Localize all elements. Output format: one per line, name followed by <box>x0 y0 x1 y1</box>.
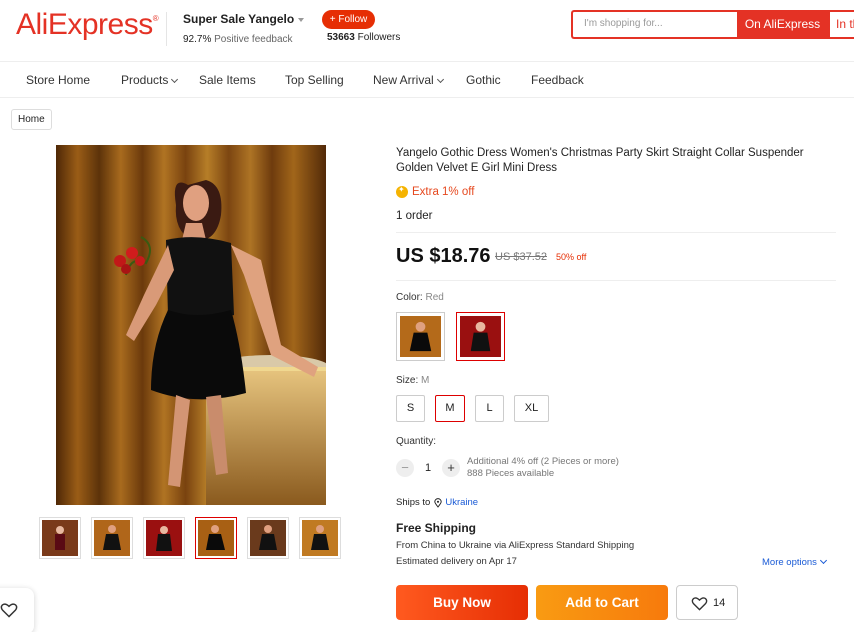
size-option-s[interactable]: S <box>396 395 425 422</box>
buy-now-button[interactable]: Buy Now <box>396 585 528 620</box>
quantity-label: Quantity: <box>396 436 437 447</box>
size-option-l[interactable]: L <box>475 395 504 422</box>
store-name[interactable]: Super Sale Yangelo <box>183 12 305 26</box>
nav-sale-items[interactable]: Sale Items <box>199 73 256 87</box>
nav-feedback[interactable]: Feedback <box>531 73 584 87</box>
more-shipping-options[interactable]: More options <box>762 556 827 568</box>
free-shipping: Free Shipping <box>396 521 477 535</box>
add-to-cart-button[interactable]: Add to Cart <box>536 585 668 620</box>
coin-icon <box>396 185 408 198</box>
chevron-down-icon <box>436 75 444 84</box>
heart-icon <box>0 603 18 618</box>
search-on-aliexpress-button[interactable]: On AliExpress <box>737 10 828 39</box>
feedback-percentage: 92.7% <box>183 34 212 45</box>
nav-top-selling[interactable]: Top Selling <box>285 73 344 87</box>
nav-new-arrival[interactable]: New Arrival <box>373 73 444 87</box>
wishlist-button[interactable]: 14 <box>676 585 738 620</box>
store-feedback: 92.7% Positive feedback <box>183 34 293 45</box>
chevron-down-icon <box>298 17 305 22</box>
color-option-black[interactable] <box>396 312 445 361</box>
product-title: Yangelo Gothic Dress Women's Christmas P… <box>396 147 804 174</box>
shipping-route: From China to Ukraine via AliExpress Sta… <box>396 540 635 551</box>
thumbnail-1[interactable] <box>39 517 81 559</box>
quantity-increase-button[interactable]: + <box>442 459 460 477</box>
thumbnail-3[interactable] <box>143 517 185 559</box>
followers-count: 53663 Followers <box>327 32 401 43</box>
stock-available: 888 Pieces available <box>467 468 555 479</box>
color-option-red[interactable] <box>456 312 505 361</box>
divider <box>396 280 836 281</box>
quantity-info: Additional 4% off (2 Pieces or more) 888… <box>467 456 619 480</box>
current-price: US $18.76 <box>396 245 491 267</box>
thumbnail-6[interactable] <box>299 517 341 559</box>
extra-discount[interactable]: Extra 1% off <box>396 185 474 198</box>
estimated-delivery: Estimated delivery on Apr 17 <box>396 556 517 567</box>
aliexpress-logo[interactable]: AliExpress® <box>16 8 159 42</box>
order-count: 1 order <box>396 210 433 222</box>
nav-products[interactable]: Products <box>121 73 179 87</box>
search-box[interactable] <box>571 10 738 39</box>
store-header: AliExpress® Super Sale Yangelo 92.7% Pos… <box>0 0 854 62</box>
heart-icon <box>691 597 708 611</box>
thumbnail-2[interactable] <box>91 517 133 559</box>
discount-badge: 50% off <box>556 252 587 262</box>
size-option-m[interactable]: M <box>435 395 465 422</box>
ship-country-link[interactable]: Ukraine <box>445 497 478 508</box>
quantity-value[interactable]: 1 <box>424 462 432 474</box>
floating-wishlist-button[interactable] <box>0 588 34 632</box>
breadcrumb-home[interactable]: Home <box>11 109 52 130</box>
thumbnail-4[interactable] <box>195 517 237 559</box>
main-product-image[interactable] <box>56 145 326 505</box>
size-option-xl[interactable]: XL <box>514 395 549 422</box>
quantity-decrease-button[interactable]: − <box>396 459 414 477</box>
wishlist-count: 14 <box>713 597 726 609</box>
follow-button[interactable]: + Follow <box>322 10 375 29</box>
bulk-discount-note: Additional 4% off (2 Pieces or more) <box>467 456 619 467</box>
store-nav: Store Home Products Sale Items Top Selli… <box>0 62 854 98</box>
ships-to: Ships to Ukraine <box>396 497 479 508</box>
chevron-down-icon <box>171 75 179 84</box>
size-label: Size: M <box>396 375 430 386</box>
search-input[interactable] <box>584 18 734 29</box>
divider <box>396 232 836 233</box>
chevron-down-icon <box>819 556 827 565</box>
feedback-label: Positive feedback <box>214 34 293 45</box>
color-label: Color: Red <box>396 292 444 303</box>
original-price: US $37.52 <box>495 251 547 263</box>
search-in-store-button[interactable]: In this store <box>828 10 854 39</box>
nav-gothic[interactable]: Gothic <box>466 73 501 87</box>
nav-store-home[interactable]: Store Home <box>26 73 90 87</box>
thumbnail-5[interactable] <box>247 517 289 559</box>
header-divider <box>166 12 167 46</box>
location-pin-icon <box>434 497 443 508</box>
